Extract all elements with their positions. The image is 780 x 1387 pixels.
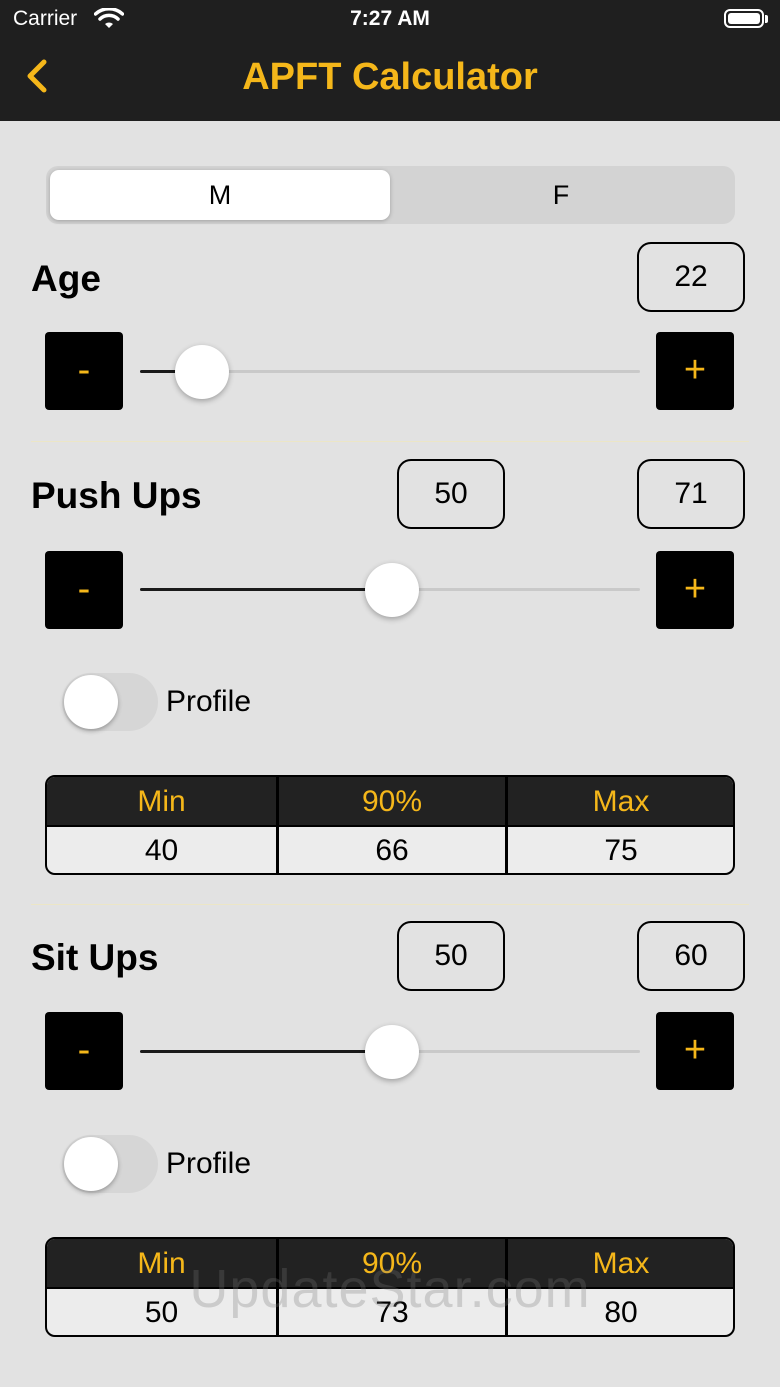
situps-slider-fill	[140, 1050, 390, 1053]
situps-slider-thumb[interactable]	[365, 1025, 419, 1079]
situps-reps-field[interactable]: 50	[397, 921, 505, 991]
situps-minus-button[interactable]: -	[45, 1012, 123, 1090]
situps-score-field[interactable]: 60	[637, 921, 745, 991]
age-minus-button[interactable]: -	[45, 332, 123, 410]
toggle-knob	[64, 675, 118, 729]
pushups-label: Push Ups	[31, 475, 202, 516]
pushups-reps-field[interactable]: 50	[397, 459, 505, 529]
pushups-minus-button[interactable]: -	[45, 551, 123, 629]
situps-plus-button[interactable]: +	[656, 1012, 734, 1090]
pushups-slider-thumb[interactable]	[365, 563, 419, 617]
table-cell-max: 75	[505, 827, 733, 873]
segment-male[interactable]: M	[50, 170, 390, 220]
pushups-plus-button[interactable]: +	[656, 551, 734, 629]
section-divider	[31, 904, 749, 905]
table-cell-90: 66	[276, 827, 505, 873]
battery-icon	[724, 9, 764, 28]
toggle-knob	[64, 1137, 118, 1191]
situps-profile-toggle[interactable]	[62, 1135, 158, 1193]
table-header-90: 90%	[276, 777, 505, 825]
pushups-score-table: Min 90% Max 40 66 75	[45, 775, 735, 875]
status-time: 7:27 AM	[350, 7, 430, 30]
watermark: UpdateStar.com	[189, 1259, 591, 1319]
table-header-min: Min	[47, 777, 276, 825]
age-value-field[interactable]: 22	[637, 242, 745, 312]
gender-segmented-control: M F	[46, 166, 735, 224]
situps-label: Sit Ups	[31, 937, 159, 978]
battery-tip	[765, 15, 768, 23]
table-cell-min: 40	[144, 834, 179, 867]
age-slider-thumb[interactable]	[175, 345, 229, 399]
situps-profile-label: Profile	[166, 1147, 252, 1180]
pushups-slider-fill	[140, 588, 390, 591]
page-title: APFT Calculator	[242, 56, 538, 98]
pushups-profile-toggle[interactable]	[62, 673, 158, 731]
age-plus-button[interactable]: +	[656, 332, 734, 410]
age-label: Age	[31, 258, 101, 299]
status-bar: Carrier 7:27 AM	[0, 0, 780, 40]
pushups-profile-label: Profile	[166, 685, 252, 718]
segment-female[interactable]: F	[391, 170, 731, 220]
pushups-score-field[interactable]: 71	[637, 459, 745, 529]
navigation-bar: APFT Calculator	[0, 40, 780, 121]
table-header-max: Max	[505, 777, 733, 825]
section-divider	[31, 441, 749, 442]
